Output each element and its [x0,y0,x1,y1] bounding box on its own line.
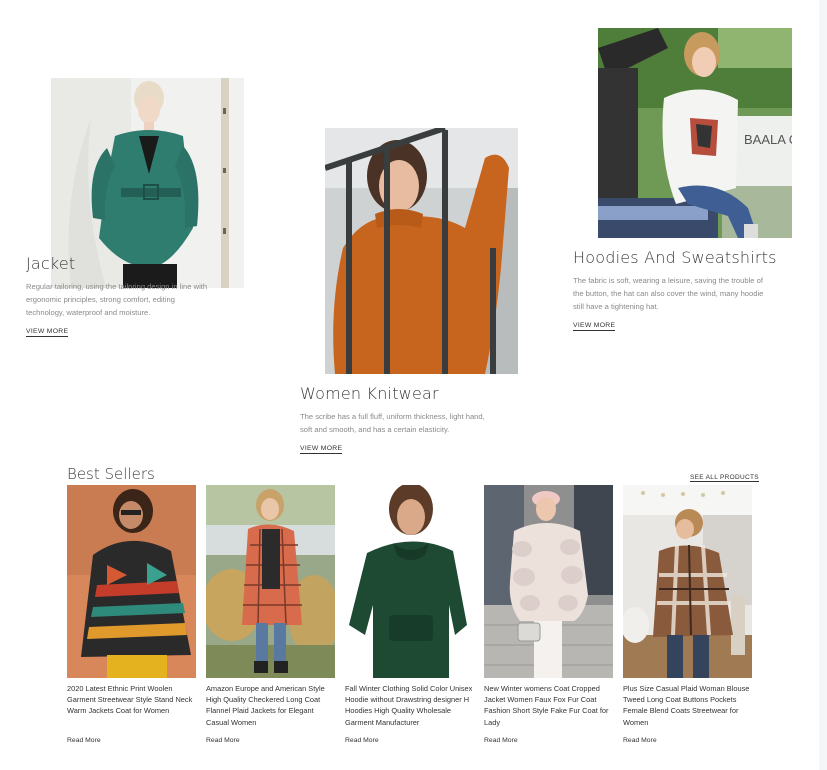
read-more-link[interactable]: Read More [345,737,379,744]
best-sellers-heading: Best Sellers [67,465,155,483]
product-name[interactable]: 2020 Latest Ethnic Print Woolen Garment … [67,683,197,729]
hoodies-photo[interactable]: BAALA CAFE&F [598,28,792,238]
read-more-link[interactable]: Read More [206,737,240,744]
product-card: New Winter womens Coat Cropped Jacket Wo… [484,485,614,747]
product-name[interactable]: New Winter womens Coat Cropped Jacket Wo… [484,683,614,729]
read-more-link[interactable]: Read More [623,737,657,744]
product-image[interactable] [623,485,752,678]
cafe-sign-text: BAALA CAFE&F [744,132,792,147]
product-card: 2020 Latest Ethnic Print Woolen Garment … [67,485,197,747]
product-card: Plus Size Casual Plaid Woman Blouse Twee… [623,485,753,747]
see-all-products-link[interactable]: SEE ALL PRODUCTS [690,474,759,482]
category-description-knitwear: The scribe has a full fluff, uniform thi… [300,412,485,434]
product-image[interactable] [206,485,335,678]
knitwear-photo[interactable] [325,128,518,374]
category-title-knitwear: Women Knitwear [300,384,439,403]
read-more-link[interactable]: Read More [67,737,101,744]
product-image[interactable] [484,485,613,678]
scrollbar-track[interactable] [819,0,827,770]
category-description-hoodies: The fabric is soft, wearing a leisure, s… [573,276,764,311]
category-title-hoodies: Hoodies And Sweatshirts [573,248,777,267]
category-description-jacket: Regular tailoring, using the tailoring d… [26,282,208,317]
product-image[interactable] [67,485,196,678]
view-more-hoodies-link[interactable]: VIEW MORE [573,322,616,331]
category-title-jacket: Jacket [26,254,76,273]
product-card: Amazon Europe and American Style High Qu… [206,485,336,747]
product-image[interactable] [345,485,474,678]
view-more-knitwear-link[interactable]: VIEW MORE [300,445,343,454]
product-name[interactable]: Amazon Europe and American Style High Qu… [206,683,336,729]
product-card: Fall Winter Clothing Solid Color Unisex … [345,485,475,747]
jacket-photo[interactable] [51,78,244,288]
view-more-jacket-link[interactable]: VIEW MORE [26,328,69,337]
read-more-link[interactable]: Read More [484,737,518,744]
product-name[interactable]: Fall Winter Clothing Solid Color Unisex … [345,683,475,729]
product-name[interactable]: Plus Size Casual Plaid Woman Blouse Twee… [623,683,753,729]
